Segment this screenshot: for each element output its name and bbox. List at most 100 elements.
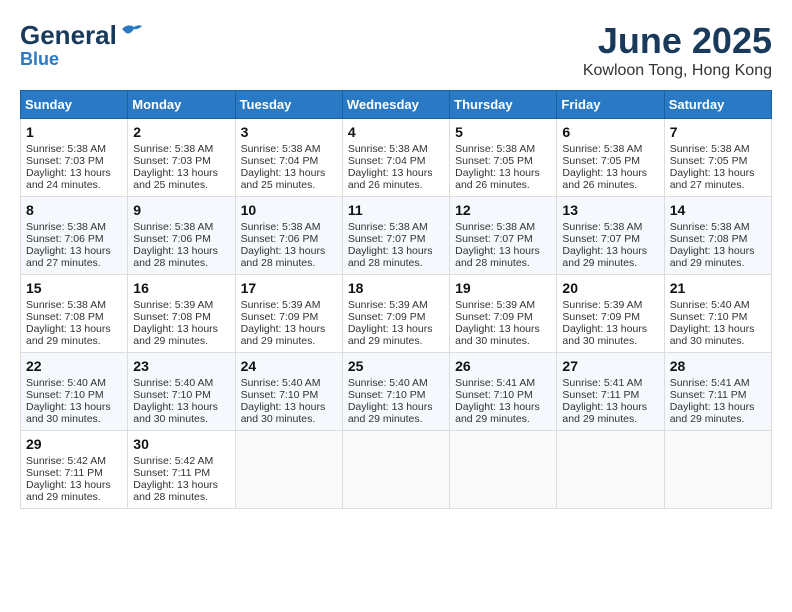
day-number: 6 [562,124,658,140]
sunrise-label: Sunrise: 5:42 AM [133,455,213,467]
sunset-label: Sunset: 7:07 PM [348,233,426,245]
calendar-cell: 5 Sunrise: 5:38 AM Sunset: 7:05 PM Dayli… [450,119,557,197]
sunrise-label: Sunrise: 5:38 AM [26,221,106,233]
sunrise-label: Sunrise: 5:38 AM [133,221,213,233]
daylight-label: Daylight: 13 hours and 30 minutes. [241,401,326,425]
day-number: 26 [455,358,551,374]
sunset-label: Sunset: 7:10 PM [455,389,533,401]
calendar-cell [235,431,342,509]
sunrise-label: Sunrise: 5:40 AM [241,377,321,389]
daylight-label: Daylight: 13 hours and 29 minutes. [562,245,647,269]
calendar-cell: 21 Sunrise: 5:40 AM Sunset: 7:10 PM Dayl… [664,275,771,353]
sunset-label: Sunset: 7:10 PM [348,389,426,401]
location-subtitle: Kowloon Tong, Hong Kong [583,62,772,80]
sunset-label: Sunset: 7:07 PM [562,233,640,245]
sunrise-label: Sunrise: 5:40 AM [348,377,428,389]
daylight-label: Daylight: 13 hours and 30 minutes. [670,323,755,347]
day-number: 22 [26,358,122,374]
daylight-label: Daylight: 13 hours and 29 minutes. [455,401,540,425]
calendar-cell: 13 Sunrise: 5:38 AM Sunset: 7:07 PM Dayl… [557,197,664,275]
sunset-label: Sunset: 7:05 PM [670,155,748,167]
daylight-label: Daylight: 13 hours and 27 minutes. [670,167,755,191]
page-header: General Blue June 2025 Kowloon Tong, Hon… [20,20,772,80]
sunrise-label: Sunrise: 5:38 AM [26,299,106,311]
calendar-cell [557,431,664,509]
day-number: 15 [26,280,122,296]
logo-blue-text: Blue [20,49,144,70]
sunrise-label: Sunrise: 5:38 AM [670,221,750,233]
header-sunday: Sunday [21,91,128,119]
day-number: 10 [241,202,337,218]
calendar-cell: 12 Sunrise: 5:38 AM Sunset: 7:07 PM Dayl… [450,197,557,275]
day-number: 17 [241,280,337,296]
week-row-2: 8 Sunrise: 5:38 AM Sunset: 7:06 PM Dayli… [21,197,772,275]
sunrise-label: Sunrise: 5:38 AM [670,143,750,155]
sunset-label: Sunset: 7:05 PM [455,155,533,167]
daylight-label: Daylight: 13 hours and 28 minutes. [133,245,218,269]
sunrise-label: Sunrise: 5:38 AM [455,143,535,155]
calendar-cell [450,431,557,509]
sunrise-label: Sunrise: 5:38 AM [133,143,213,155]
calendar-cell: 14 Sunrise: 5:38 AM Sunset: 7:08 PM Dayl… [664,197,771,275]
calendar-cell: 26 Sunrise: 5:41 AM Sunset: 7:10 PM Dayl… [450,353,557,431]
week-row-4: 22 Sunrise: 5:40 AM Sunset: 7:10 PM Dayl… [21,353,772,431]
daylight-label: Daylight: 13 hours and 28 minutes. [348,245,433,269]
daylight-label: Daylight: 13 hours and 29 minutes. [348,401,433,425]
header-saturday: Saturday [664,91,771,119]
sunrise-label: Sunrise: 5:42 AM [26,455,106,467]
calendar-cell: 1 Sunrise: 5:38 AM Sunset: 7:03 PM Dayli… [21,119,128,197]
daylight-label: Daylight: 13 hours and 24 minutes. [26,167,111,191]
header-thursday: Thursday [450,91,557,119]
daylight-label: Daylight: 13 hours and 27 minutes. [26,245,111,269]
day-number: 28 [670,358,766,374]
sunrise-label: Sunrise: 5:39 AM [455,299,535,311]
daylight-label: Daylight: 13 hours and 28 minutes. [133,479,218,503]
calendar-cell: 27 Sunrise: 5:41 AM Sunset: 7:11 PM Dayl… [557,353,664,431]
sunset-label: Sunset: 7:10 PM [670,311,748,323]
daylight-label: Daylight: 13 hours and 29 minutes. [241,323,326,347]
calendar-cell: 4 Sunrise: 5:38 AM Sunset: 7:04 PM Dayli… [342,119,449,197]
calendar-cell: 18 Sunrise: 5:39 AM Sunset: 7:09 PM Dayl… [342,275,449,353]
daylight-label: Daylight: 13 hours and 25 minutes. [241,167,326,191]
sunrise-label: Sunrise: 5:41 AM [562,377,642,389]
month-title: June 2025 [583,20,772,62]
sunset-label: Sunset: 7:03 PM [26,155,104,167]
sunset-label: Sunset: 7:08 PM [133,311,211,323]
day-number: 9 [133,202,229,218]
day-number: 18 [348,280,444,296]
calendar-cell: 15 Sunrise: 5:38 AM Sunset: 7:08 PM Dayl… [21,275,128,353]
sunset-label: Sunset: 7:03 PM [133,155,211,167]
daylight-label: Daylight: 13 hours and 30 minutes. [455,323,540,347]
header-tuesday: Tuesday [235,91,342,119]
day-number: 25 [348,358,444,374]
calendar-cell: 11 Sunrise: 5:38 AM Sunset: 7:07 PM Dayl… [342,197,449,275]
sunrise-label: Sunrise: 5:40 AM [133,377,213,389]
day-number: 29 [26,436,122,452]
sunrise-label: Sunrise: 5:38 AM [348,143,428,155]
daylight-label: Daylight: 13 hours and 30 minutes. [133,401,218,425]
daylight-label: Daylight: 13 hours and 29 minutes. [670,401,755,425]
day-number: 24 [241,358,337,374]
daylight-label: Daylight: 13 hours and 28 minutes. [455,245,540,269]
sunset-label: Sunset: 7:06 PM [241,233,319,245]
daylight-label: Daylight: 13 hours and 29 minutes. [26,323,111,347]
sunset-label: Sunset: 7:09 PM [562,311,640,323]
calendar-cell: 3 Sunrise: 5:38 AM Sunset: 7:04 PM Dayli… [235,119,342,197]
sunrise-label: Sunrise: 5:38 AM [241,143,321,155]
sunset-label: Sunset: 7:08 PM [670,233,748,245]
calendar-cell: 19 Sunrise: 5:39 AM Sunset: 7:09 PM Dayl… [450,275,557,353]
header-friday: Friday [557,91,664,119]
day-number: 4 [348,124,444,140]
day-number: 1 [26,124,122,140]
sunrise-label: Sunrise: 5:39 AM [133,299,213,311]
day-number: 11 [348,202,444,218]
week-row-1: 1 Sunrise: 5:38 AM Sunset: 7:03 PM Dayli… [21,119,772,197]
sunset-label: Sunset: 7:04 PM [241,155,319,167]
sunrise-label: Sunrise: 5:38 AM [455,221,535,233]
week-row-3: 15 Sunrise: 5:38 AM Sunset: 7:08 PM Dayl… [21,275,772,353]
day-number: 14 [670,202,766,218]
sunrise-label: Sunrise: 5:38 AM [348,221,428,233]
daylight-label: Daylight: 13 hours and 30 minutes. [26,401,111,425]
calendar-cell: 30 Sunrise: 5:42 AM Sunset: 7:11 PM Dayl… [128,431,235,509]
sunset-label: Sunset: 7:09 PM [348,311,426,323]
